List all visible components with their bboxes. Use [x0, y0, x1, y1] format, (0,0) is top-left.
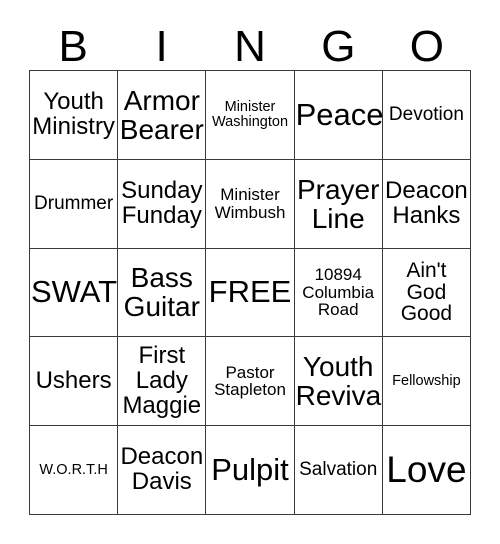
bingo-cell-i2[interactable]: Sunday Funday — [118, 159, 207, 249]
bingo-cell-label: Love — [386, 448, 467, 490]
header-letter-i: I — [155, 22, 168, 71]
bingo-cell-label: Youth Ministry — [32, 87, 115, 140]
bingo-cell-i1[interactable]: Armor Bearer — [118, 71, 207, 160]
bingo-cell-g2[interactable]: Prayer Line — [294, 159, 383, 249]
bingo-cell-label: Pulpit — [211, 451, 289, 487]
bingo-cell-b1[interactable]: Youth Ministry — [30, 71, 119, 160]
bingo-cell-label: Fellowship — [392, 372, 461, 389]
bingo-cell-g4[interactable]: Youth Revival — [294, 337, 383, 427]
bingo-cell-g3[interactable]: 10894 Columbia Road — [294, 248, 383, 338]
header-letter-g: G — [321, 22, 356, 71]
bingo-cell-label: Salvation — [299, 459, 378, 481]
bingo-cell-n5[interactable]: Pulpit — [206, 426, 295, 515]
bingo-cell-o2[interactable]: Deacon Hanks — [382, 159, 472, 249]
bingo-cell-b4[interactable]: Ushers — [30, 337, 119, 427]
bingo-cell-label: First Lady Maggie — [122, 341, 202, 419]
bingo-card: B I N G O Youth Ministry Armor Bearer Mi… — [0, 0, 500, 544]
bingo-cell-n4[interactable]: Pastor Stapleton — [206, 337, 295, 427]
bingo-cell-o1[interactable]: Devotion — [382, 71, 472, 160]
bingo-header-row: B I N G O — [29, 16, 471, 70]
bingo-cell-g1[interactable]: Peace — [294, 71, 383, 160]
bingo-cell-i4[interactable]: First Lady Maggie — [118, 337, 207, 427]
bingo-cell-b2[interactable]: Drummer — [30, 159, 119, 249]
bingo-cell-label: Deacon Hanks — [385, 176, 468, 229]
bingo-grid: Youth Ministry Armor Bearer Minister Was… — [29, 70, 472, 515]
header-letter-n: N — [234, 22, 266, 71]
bingo-cell-i5[interactable]: Deacon Davis — [118, 426, 207, 515]
bingo-row-1: Youth Ministry Armor Bearer Minister Was… — [30, 71, 472, 160]
bingo-cell-label: Sunday Funday — [121, 176, 203, 229]
bingo-cell-label: Pastor Stapleton — [214, 362, 286, 400]
bingo-cell-label: Peace — [295, 96, 383, 132]
bingo-row-2: Drummer Sunday Funday Minister Wimbush P… — [30, 159, 472, 249]
bingo-cell-b3[interactable]: SWAT — [30, 248, 119, 338]
bingo-row-5: W.O.R.T.H Deacon Davis Pulpit Salvation … — [30, 426, 472, 515]
bingo-cell-label: Ushers — [35, 366, 112, 394]
bingo-row-3: SWAT Bass Guitar FREE 10894 Columbia Roa… — [30, 248, 472, 338]
bingo-cell-b5[interactable]: W.O.R.T.H — [30, 426, 119, 515]
header-letter-b: B — [58, 22, 88, 71]
bingo-cell-label: 10894 Columbia Road — [302, 264, 375, 320]
bingo-cell-g5[interactable]: Salvation — [294, 426, 383, 515]
free-space-label: FREE — [208, 274, 292, 310]
bingo-cell-free-space[interactable]: FREE — [206, 248, 295, 338]
bingo-row-4: Ushers First Lady Maggie Pastor Stapleto… — [30, 337, 472, 427]
bingo-cell-n2[interactable]: Minister Wimbush — [206, 159, 295, 249]
bingo-cell-n1[interactable]: Minister Washington — [206, 71, 295, 160]
bingo-cell-label: Ain't God Good — [400, 258, 453, 326]
bingo-cell-i3[interactable]: Bass Guitar — [118, 248, 207, 338]
bingo-cell-label: Deacon Davis — [120, 443, 204, 496]
bingo-cell-label: Prayer Line — [296, 173, 380, 234]
header-letter-o: O — [409, 22, 444, 71]
bingo-cell-label: Minister Wimbush — [214, 185, 286, 222]
bingo-cell-label: Bass Guitar — [123, 262, 200, 323]
bingo-cell-label: Armor Bearer — [119, 84, 204, 145]
bingo-cell-label: W.O.R.T.H — [39, 461, 108, 478]
bingo-cell-o5[interactable]: Love — [382, 426, 472, 515]
bingo-cell-label: Youth Revival — [295, 351, 383, 412]
bingo-cell-label: Drummer — [34, 192, 114, 214]
bingo-cell-o3[interactable]: Ain't God Good — [382, 248, 472, 338]
bingo-cell-label: SWAT — [31, 274, 118, 310]
bingo-cell-label: Devotion — [388, 104, 464, 126]
bingo-cell-label: Minister Washington — [211, 98, 289, 130]
bingo-cell-o4[interactable]: Fellowship — [382, 337, 472, 427]
